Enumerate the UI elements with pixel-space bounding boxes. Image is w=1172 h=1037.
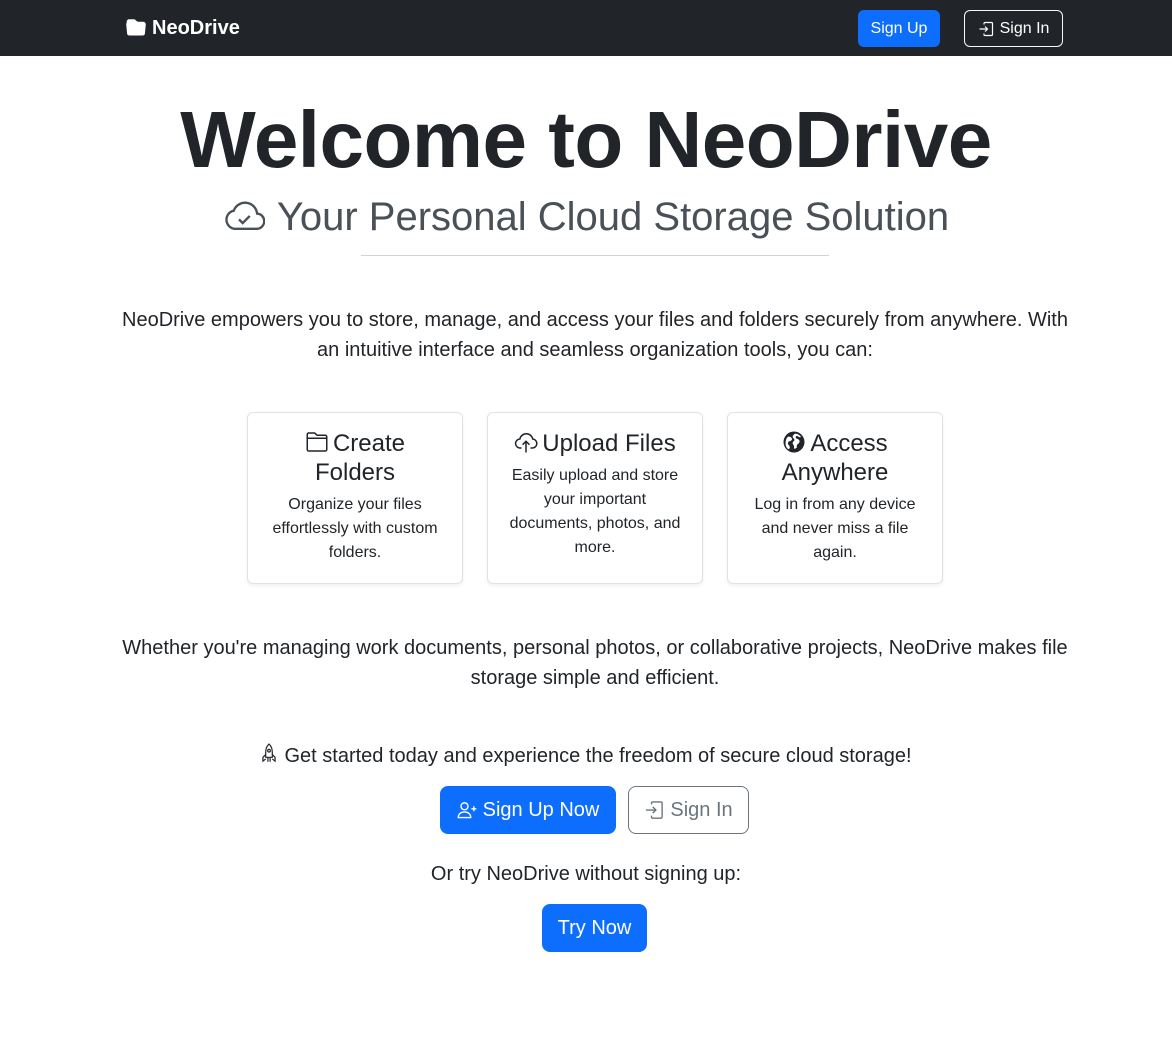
person-plus-icon [457,802,477,819]
globe-icon [783,431,805,453]
signin-button[interactable]: Sign In [628,786,749,834]
feature-card-title: Create Folders [262,429,448,487]
cloud-upload-icon [515,433,538,453]
nav-signup-label: Sign Up [870,19,928,37]
feature-card-text: Log in from any device and never miss a … [754,496,916,561]
navbar: NeoDrive Sign Up Sign In [0,0,1172,56]
box-arrow-in-right-icon [979,21,993,36]
feature-card-text: Organize your files effortlessly with cu… [272,496,438,561]
signin-label: Sign In [670,798,733,821]
folder-icon [126,19,146,36]
closing-text: Whether you're managing work documents, … [122,637,1068,689]
feature-card-create-folders: Create Folders Organize your files effor… [247,412,463,584]
feature-card-title: Upload Files [502,429,688,458]
signup-now-button[interactable]: Sign Up Now [440,786,616,834]
nav-signin-label: Sign In [999,19,1050,37]
brand-name: NeoDrive [152,16,240,39]
cloud-check-icon [225,201,265,230]
cta-text: Get started today and experience the fre… [0,742,1172,770]
feature-card-access-anywhere: Access Anywhere Log in from any device a… [727,412,943,584]
folder-icon [306,432,328,452]
hero-subtitle: Your Personal Cloud Storage Solution [0,192,1172,242]
try-now-label: Try Now [557,916,632,939]
brand-link[interactable]: NeoDrive [126,16,240,40]
try-text: Or try NeoDrive without signing up: [430,863,742,885]
feature-card-title: Access Anywhere [781,430,889,486]
hero-subtitle-text: Your Personal Cloud Storage Solution [276,195,950,239]
nav-signin-button[interactable]: Sign In [964,10,1063,47]
hero-title: Welcome to NeoDrive [180,95,992,184]
try-now-button[interactable]: Try Now [542,904,647,952]
rocket-icon [262,743,277,763]
nav-signup-button[interactable]: Sign Up [858,10,940,47]
intro-text: NeoDrive empowers you to store, manage, … [122,309,1068,361]
hero-divider [361,255,829,256]
signup-now-label: Sign Up Now [482,798,600,821]
box-arrow-in-right-icon [646,801,664,819]
feature-card-text: Easily upload and store your important d… [509,467,681,556]
feature-card-upload-files: Upload Files Easily upload and store you… [487,412,703,584]
